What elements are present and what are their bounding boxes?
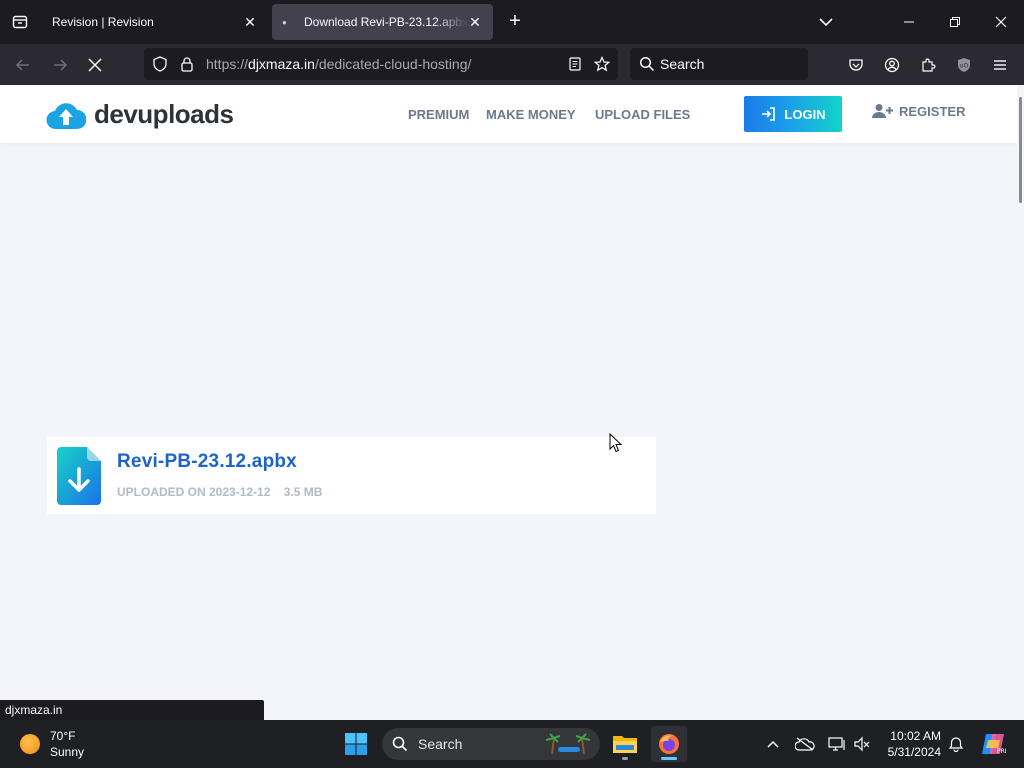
url-domain: djxmaza.in: [248, 56, 315, 72]
login-button[interactable]: LOGIN: [744, 96, 842, 132]
upload-date: UPLOADED ON 2023-12-12: [117, 485, 271, 499]
search-placeholder: Search: [660, 56, 705, 72]
page-viewport: devuploads PREMIUM MAKE MONEY UPLOAD FIL…: [0, 85, 1024, 720]
loading-dot-icon: ●: [282, 17, 287, 27]
file-download-icon[interactable]: [57, 447, 101, 510]
back-arrow-icon[interactable]: [10, 52, 36, 78]
lock-icon[interactable]: [180, 56, 194, 77]
file-meta: UPLOADED ON 2023-12-12 3.5 MB: [117, 485, 322, 499]
taskbar-search-label: Search: [418, 736, 463, 752]
file-card: Revi-PB-23.12.apbx UPLOADED ON 2023-12-1…: [47, 437, 656, 514]
weather-condition: Sunny: [50, 745, 85, 759]
minimize-icon[interactable]: [886, 0, 932, 44]
tab-title: Revision | Revision: [52, 15, 154, 29]
login-label: LOGIN: [784, 106, 826, 122]
firefox-icon[interactable]: [651, 726, 687, 762]
windows-taskbar: 70°F Sunny Search 10:02 AM 5/31/2024 PR: [0, 720, 1024, 768]
tab-title: Download Revi-PB-23.12.apbx | D: [304, 15, 467, 29]
windows-start-icon[interactable]: [338, 726, 374, 762]
page-scrollbar[interactable]: [1017, 85, 1024, 720]
network-icon[interactable]: [826, 734, 848, 754]
status-link-preview: djxmaza.in: [0, 700, 264, 720]
restore-icon[interactable]: [932, 0, 978, 44]
reader-view-icon[interactable]: [568, 57, 582, 76]
file-name[interactable]: Revi-PB-23.12.apbx: [117, 451, 297, 473]
site-logo[interactable]: devuploads: [46, 99, 234, 130]
nav-upload-files-link[interactable]: UPLOAD FILES: [595, 107, 690, 122]
shield-icon[interactable]: [152, 56, 168, 77]
url-scheme: https://: [206, 56, 249, 72]
tab-revision[interactable]: Revision | Revision ✕: [42, 4, 268, 40]
search-highlight-icon: [545, 733, 591, 755]
url-bar[interactable]: https://djxmaza.in/dedicated-cloud-hosti…: [144, 48, 618, 80]
sign-in-icon: [762, 107, 776, 121]
search-icon: [639, 56, 655, 77]
weather-widget[interactable]: 70°F Sunny: [20, 728, 84, 760]
user-plus-icon: [872, 104, 893, 118]
browser-tabstrip: Revision | Revision ✕ ● Download Revi-PB…: [0, 0, 1024, 44]
clock-date: 5/31/2024: [887, 745, 941, 759]
register-link[interactable]: REGISTER: [872, 103, 965, 119]
pocket-icon[interactable]: [845, 54, 867, 76]
stop-icon[interactable]: [82, 52, 108, 78]
extensions-icon[interactable]: [917, 54, 939, 76]
file-size: 3.5 MB: [283, 485, 323, 499]
volume-muted-icon[interactable]: [851, 734, 873, 754]
search-icon: [392, 736, 408, 752]
close-window-icon[interactable]: [978, 0, 1024, 44]
nav-premium-link[interactable]: PREMIUM: [408, 107, 469, 122]
chevron-down-icon[interactable]: [814, 12, 838, 32]
ublock-shield-icon[interactable]: uO: [953, 54, 975, 76]
running-indicator: [622, 757, 628, 760]
scrollbar-thumb[interactable]: [1019, 97, 1022, 203]
nav-make-money-link[interactable]: MAKE MONEY: [486, 107, 576, 122]
chevron-up-icon[interactable]: [762, 734, 784, 754]
svg-text:PRE: PRE: [997, 748, 1006, 755]
clock-time: 10:02 AM: [890, 729, 941, 743]
cloud-upload-icon: [46, 102, 86, 129]
running-indicator-active: [661, 757, 677, 760]
menu-icon[interactable]: [989, 54, 1011, 76]
url-path: /dedicated-cloud-hosting/: [314, 56, 472, 72]
new-tab-icon[interactable]: +: [503, 10, 527, 34]
bookmark-star-icon[interactable]: [593, 56, 611, 77]
forward-arrow-icon[interactable]: [47, 52, 73, 78]
svg-text:uO: uO: [960, 63, 969, 70]
mouse-cursor-icon: [609, 432, 623, 458]
onedrive-icon[interactable]: [794, 734, 816, 754]
system-clock[interactable]: 10:02 AM 5/31/2024: [884, 728, 941, 760]
taskbar-search[interactable]: Search: [382, 728, 600, 760]
notification-bell-icon[interactable]: [945, 734, 967, 754]
close-icon[interactable]: ✕: [242, 14, 258, 31]
copilot-icon[interactable]: PRE: [980, 732, 1006, 756]
close-icon[interactable]: ✕: [467, 14, 483, 31]
tab-list-icon[interactable]: [0, 0, 40, 44]
weather-temp: 70°F: [50, 729, 76, 743]
register-label: REGISTER: [899, 103, 966, 119]
search-bar[interactable]: Search: [630, 48, 808, 80]
logo-text: devuploads: [94, 99, 234, 129]
file-explorer-icon[interactable]: [607, 726, 643, 762]
site-header: devuploads PREMIUM MAKE MONEY UPLOAD FIL…: [0, 85, 1017, 143]
account-icon[interactable]: [881, 54, 903, 76]
url-text[interactable]: https://djxmaza.in/dedicated-cloud-hosti…: [206, 56, 471, 72]
navigation-toolbar: https://djxmaza.in/dedicated-cloud-hosti…: [0, 44, 1024, 85]
sun-icon: [20, 734, 40, 754]
tab-download[interactable]: ● Download Revi-PB-23.12.apbx | D ✕: [272, 4, 493, 40]
